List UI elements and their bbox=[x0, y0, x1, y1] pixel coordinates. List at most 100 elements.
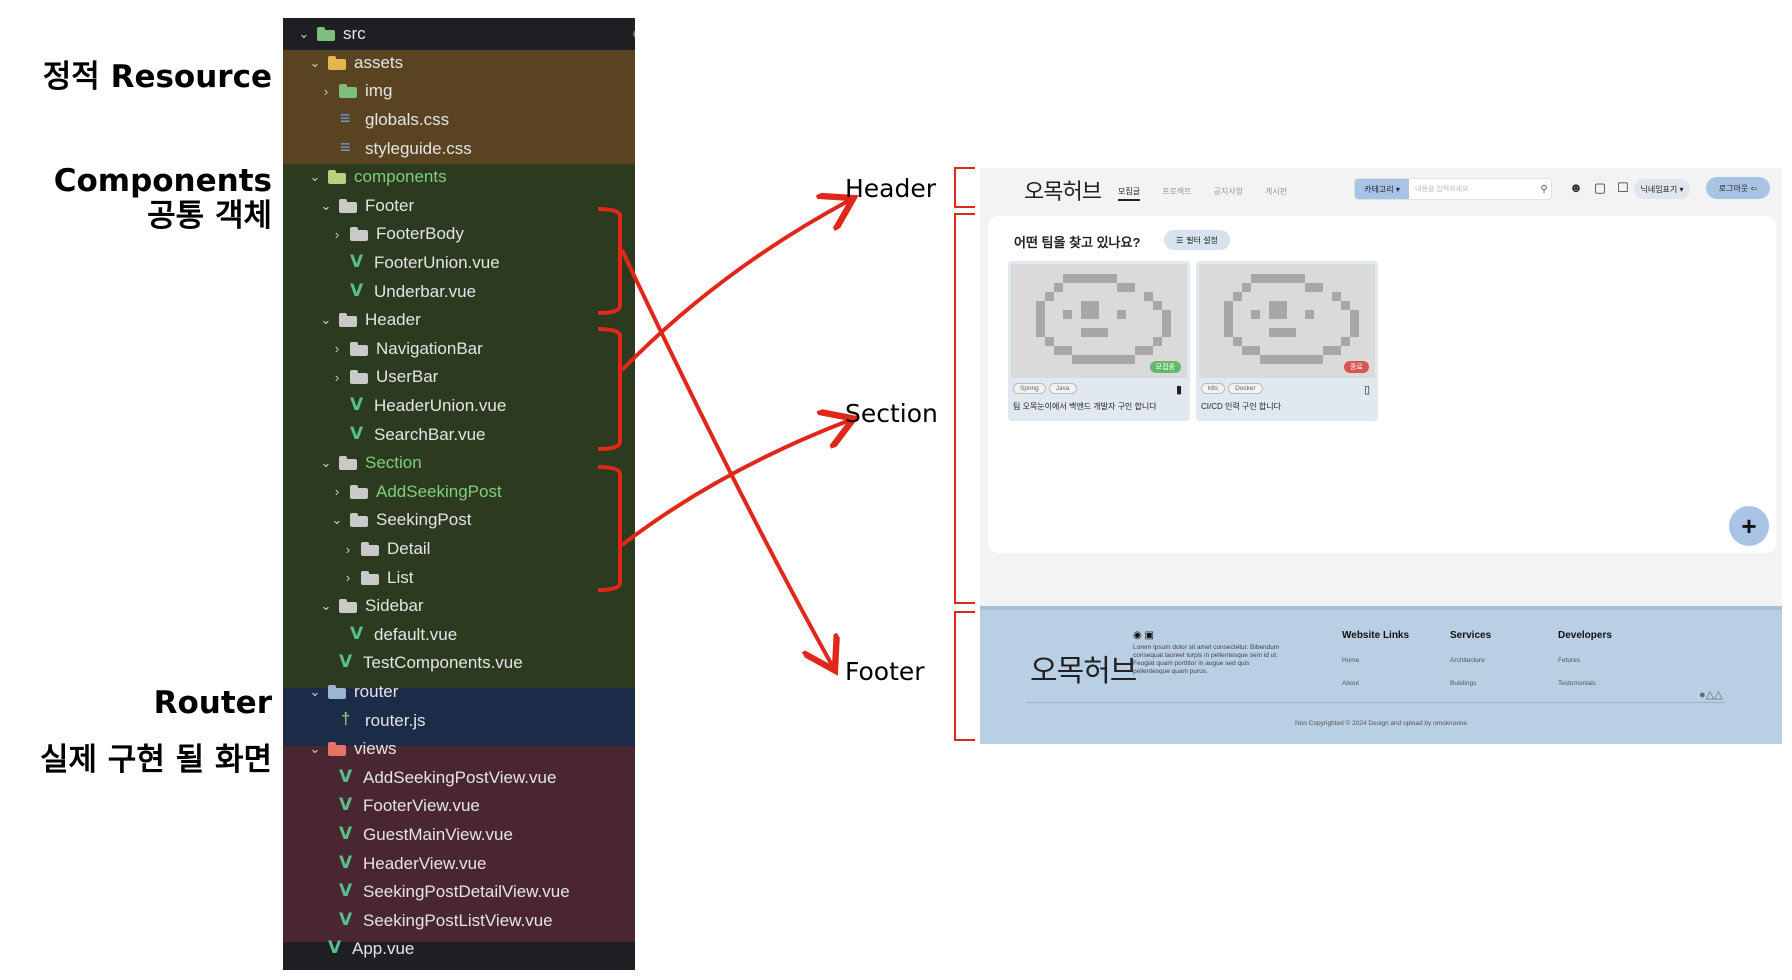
footer-copyright: Non Copyrighted © 2024 Design and upload… bbox=[1294, 720, 1468, 727]
tree-row[interactable]: ⌄ Section bbox=[283, 449, 635, 478]
arrow-section bbox=[620, 420, 850, 547]
tree-row[interactable]: › List bbox=[283, 563, 635, 592]
footer-link[interactable]: Buildings bbox=[1450, 680, 1491, 687]
post-card[interactable]: 종료 k8s Docker ▯ CI/CD 인력 구인 합니다 bbox=[1196, 261, 1378, 421]
folder-assets-icon bbox=[328, 55, 346, 70]
chevron-right-icon[interactable]: › bbox=[319, 84, 333, 99]
thumbnail-pixel bbox=[1072, 355, 1081, 364]
footer-link[interactable]: Architecture bbox=[1450, 657, 1491, 664]
tree-row[interactable]: ⌄ Header bbox=[283, 306, 635, 335]
thumbnail-pixel bbox=[1296, 355, 1305, 364]
tree-row[interactable]: ›SearchBar.vue bbox=[283, 420, 635, 449]
tree-item-label: Sidebar bbox=[365, 596, 424, 616]
tree-row[interactable]: ›Underbar.vue bbox=[283, 277, 635, 306]
chevron-down-icon[interactable]: ⌄ bbox=[319, 198, 333, 214]
thumbnail-pixel bbox=[1269, 274, 1278, 283]
tree-item-label: src bbox=[343, 24, 366, 44]
tree-row[interactable]: › img bbox=[283, 77, 635, 106]
tree-row[interactable]: ›HeaderView.vue bbox=[283, 849, 635, 878]
vue-file-icon bbox=[339, 853, 355, 873]
vue-file-icon bbox=[350, 424, 366, 444]
tree-item-label: SeekingPostDetailView.vue bbox=[363, 882, 570, 902]
tree-row[interactable]: › Detail bbox=[283, 535, 635, 564]
footer-link[interactable]: Home bbox=[1342, 657, 1409, 664]
chevron-down-icon[interactable]: ⌄ bbox=[319, 312, 333, 328]
tree-row[interactable]: ›App.vue bbox=[283, 935, 635, 964]
tree-row[interactable]: ›GuestMainView.vue bbox=[283, 821, 635, 850]
thumbnail-pixel bbox=[1251, 274, 1260, 283]
search-input[interactable]: 내용을 입력하세요 bbox=[1409, 184, 1537, 194]
thumbnail-pixel bbox=[1287, 355, 1296, 364]
tree-row[interactable]: › FooterBody bbox=[283, 220, 635, 249]
bookmark-outline-icon[interactable]: ▯ bbox=[1364, 383, 1370, 396]
notion-icon[interactable]: ▣ bbox=[1145, 630, 1154, 641]
tree-row[interactable]: ›router.js bbox=[283, 706, 635, 735]
thumbnail-pixel bbox=[1162, 328, 1171, 337]
tree-row[interactable]: ⌄ src bbox=[283, 20, 635, 49]
footer-link[interactable]: Fetures bbox=[1558, 657, 1612, 664]
tree-row[interactable]: ⌄ components bbox=[283, 163, 635, 192]
bookmark-filled-icon[interactable]: ▮ bbox=[1176, 383, 1182, 396]
chevron-down-icon[interactable]: ⌄ bbox=[308, 169, 322, 185]
footer-link[interactable]: Testomonials bbox=[1558, 680, 1612, 687]
nav-item-board[interactable]: 게시판 bbox=[1265, 186, 1287, 201]
app-logo[interactable]: 오목허브 bbox=[1024, 174, 1102, 206]
chevron-right-icon[interactable]: › bbox=[330, 484, 344, 499]
chevron-down-icon[interactable]: ⌄ bbox=[308, 55, 322, 71]
chevron-right-icon[interactable]: › bbox=[330, 370, 344, 385]
chevron-down-icon[interactable]: ⌄ bbox=[297, 26, 311, 42]
logout-button[interactable]: 로그아웃 ⇦ bbox=[1706, 177, 1770, 199]
chevron-right-icon[interactable]: › bbox=[330, 341, 344, 356]
github-icon[interactable]: ◉ bbox=[1133, 630, 1142, 641]
tree-row[interactable]: ›FooterView.vue bbox=[283, 792, 635, 821]
chevron-down-icon[interactable]: ⌄ bbox=[319, 455, 333, 471]
tree-row[interactable]: › NavigationBar bbox=[283, 335, 635, 364]
nickname-dropdown[interactable]: 닉네임표기 ▾ bbox=[1634, 179, 1690, 199]
nav-item-project[interactable]: 프로젝트 bbox=[1162, 186, 1191, 201]
arrow-footer bbox=[620, 249, 833, 667]
tree-row[interactable]: ›AddSeekingPostView.vue bbox=[283, 764, 635, 793]
tree-row[interactable]: ›FooterUnion.vue bbox=[283, 249, 635, 278]
filter-button[interactable]: ☰ 필터 설정 bbox=[1164, 230, 1230, 250]
tree-row[interactable]: ⌄ Footer bbox=[283, 192, 635, 221]
tree-row[interactable]: ›HeaderUnion.vue bbox=[283, 392, 635, 421]
tree-row[interactable]: › UserBar bbox=[283, 363, 635, 392]
chevron-down-icon[interactable]: ⌄ bbox=[308, 684, 322, 700]
search-icon[interactable]: ⚲ bbox=[1537, 184, 1551, 195]
nav-item-notice[interactable]: 공지사항 bbox=[1214, 186, 1243, 201]
nav-item-recruit[interactable]: 모집글 bbox=[1118, 186, 1141, 201]
search-category-dropdown[interactable]: 카테고리 ▾ bbox=[1355, 179, 1409, 199]
chat-icon[interactable]: ▢ bbox=[1592, 180, 1608, 196]
post-card[interactable]: 모집중 Spring Java ▮ 팀 오목눈이에서 백엔드 개발자 구인 합니… bbox=[1008, 261, 1190, 421]
tree-row[interactable]: ⌄ Sidebar bbox=[283, 592, 635, 621]
tree-row[interactable]: ⌄ assets bbox=[283, 49, 635, 78]
tree-row[interactable]: ›TestComponents.vue bbox=[283, 649, 635, 678]
tree-row[interactable]: ›styleguide.css bbox=[283, 134, 635, 163]
chevron-down-icon[interactable]: ⌄ bbox=[319, 598, 333, 614]
chevron-right-icon[interactable]: › bbox=[341, 570, 355, 585]
tree-row[interactable]: ›SeekingPostListView.vue bbox=[283, 907, 635, 936]
tree-row[interactable]: › AddSeekingPost bbox=[283, 478, 635, 507]
tree-row[interactable]: ›globals.css bbox=[283, 106, 635, 135]
tree-row[interactable]: ›default.vue bbox=[283, 621, 635, 650]
add-post-button[interactable]: + bbox=[1729, 506, 1769, 546]
thumbnail-pixel bbox=[1269, 310, 1278, 319]
chevron-right-icon[interactable]: › bbox=[341, 542, 355, 557]
chevron-down-icon[interactable]: ⌄ bbox=[308, 741, 322, 757]
thumbnail-pixel bbox=[1242, 283, 1251, 292]
team-icon[interactable]: ☻ bbox=[1568, 180, 1584, 196]
tree-row[interactable]: ›SeekingPostDetailView.vue bbox=[283, 878, 635, 907]
tree-row[interactable]: ⌄ router bbox=[283, 678, 635, 707]
post-status-badge: 종료 bbox=[1344, 361, 1369, 373]
chevron-down-icon[interactable]: ⌄ bbox=[330, 512, 344, 528]
tree-row[interactable]: ⌄ views bbox=[283, 735, 635, 764]
thumbnail-pixel bbox=[1162, 319, 1171, 328]
thumbnail-pixel bbox=[1269, 328, 1278, 337]
thumbnail-pixel bbox=[1144, 346, 1153, 355]
chevron-right-icon[interactable]: › bbox=[330, 227, 344, 242]
footer-link[interactable]: About bbox=[1342, 680, 1409, 687]
tree-row[interactable]: ⌄ SeekingPost bbox=[283, 506, 635, 535]
thumbnail-pixel bbox=[1144, 292, 1153, 301]
thumbnail-pixel bbox=[1350, 319, 1359, 328]
bookmark-icon[interactable]: ☐ bbox=[1615, 180, 1631, 196]
